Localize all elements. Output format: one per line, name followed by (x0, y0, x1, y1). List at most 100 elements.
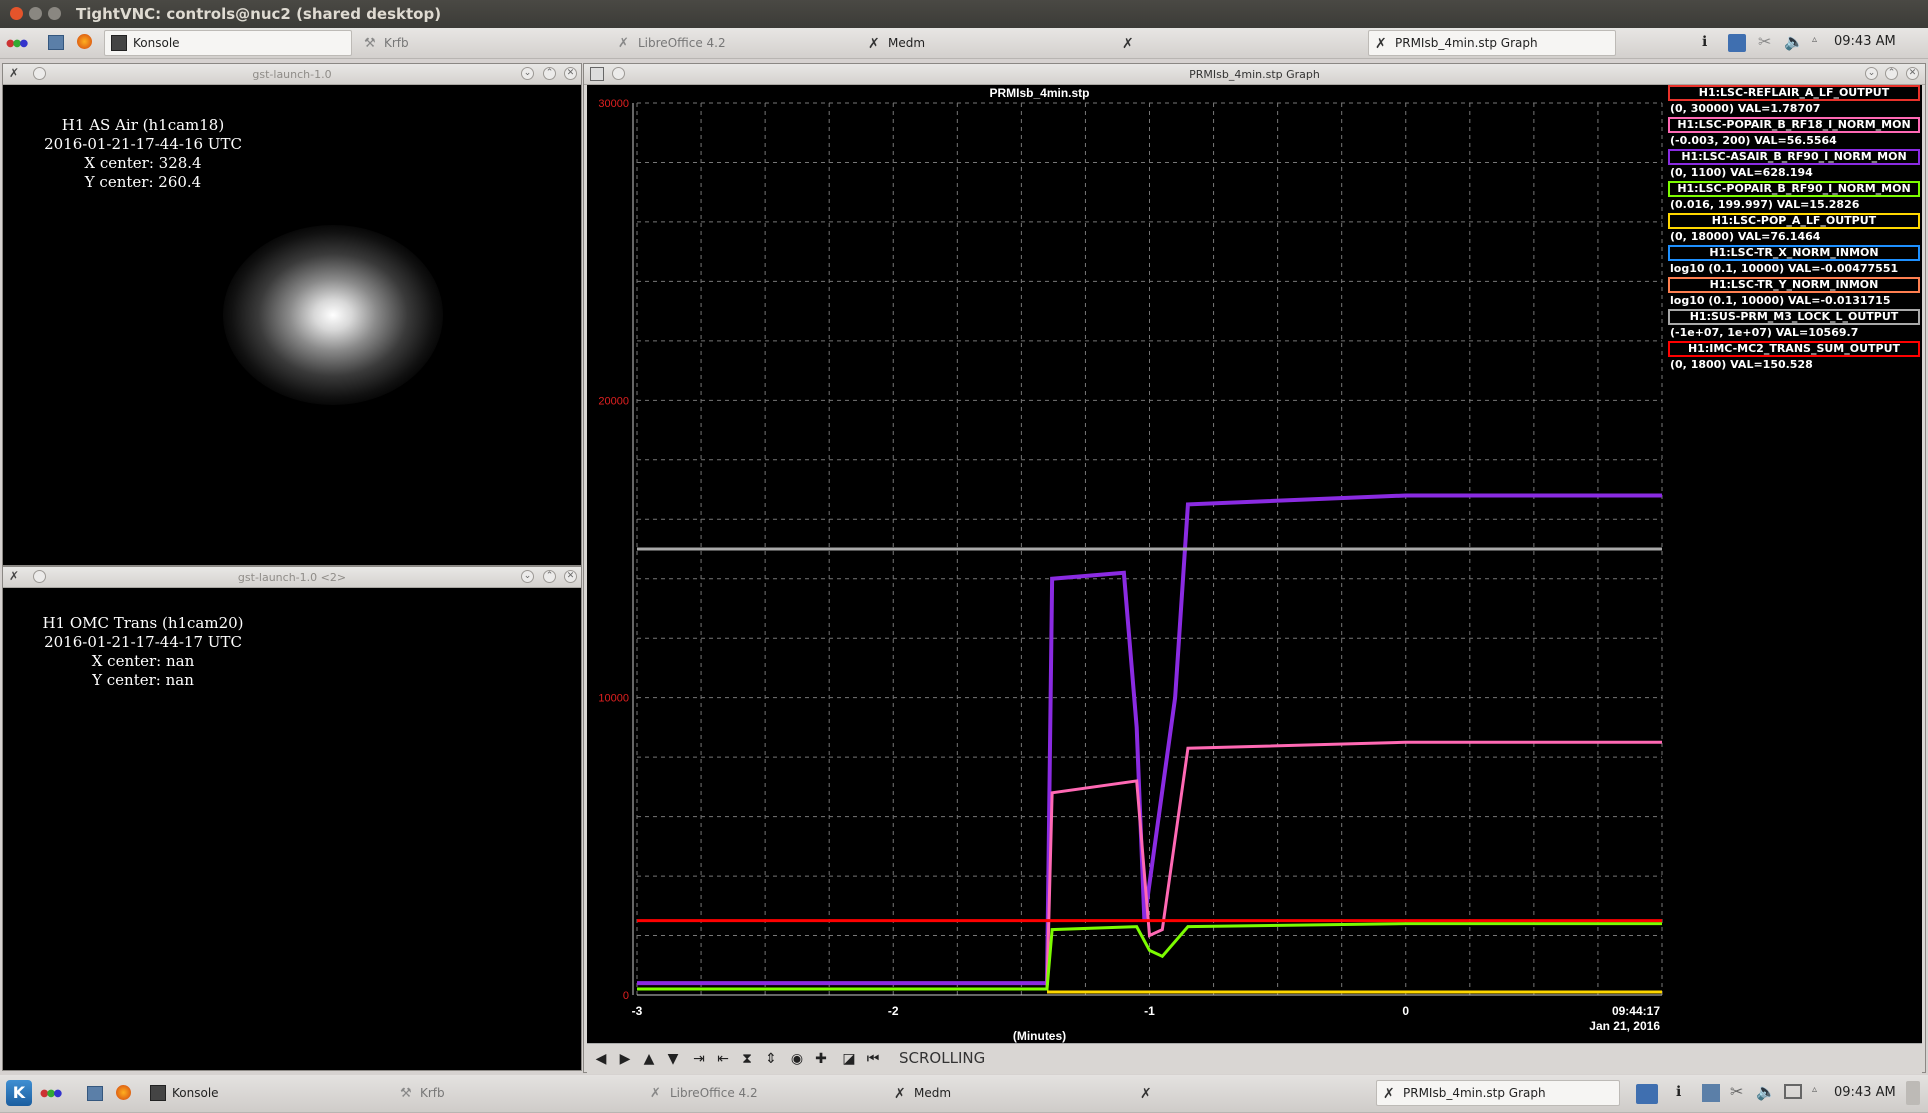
chart-title: PRMIsb_4min.stp (989, 86, 1089, 100)
task-libreoffice[interactable]: ✗ LibreOffice 4.2 (612, 30, 862, 56)
task-krfb-bottom[interactable]: ⚒ Krfb (394, 1080, 640, 1106)
zoom-in-y-icon[interactable]: ⧗ (737, 1049, 757, 1069)
task-krfb[interactable]: ⚒ Krfb (358, 30, 608, 56)
close-icon[interactable]: ✕ (564, 570, 577, 583)
legend-item[interactable]: H1:LSC-POPAIR_B_RF90_I_NORM_MON (0.016, 1… (1668, 181, 1920, 213)
scroll-left-icon[interactable]: ◀ (591, 1049, 611, 1069)
autoscale-icon[interactable]: ◪ (839, 1049, 859, 1069)
zoom-out-x-icon[interactable]: ⇤ (713, 1049, 733, 1069)
graph-window-title: PRMIsb_4min.stp Graph (1189, 68, 1320, 81)
legend-channel-range: (-0.003, 200) VAL=56.5564 (1670, 134, 1837, 147)
legend-item[interactable]: H1:LSC-ASAIR_B_RF90_I_NORM_MON (0, 1100) … (1668, 149, 1920, 181)
scrolling-status: SCROLLING (899, 1049, 986, 1067)
minimize-icon[interactable] (29, 7, 42, 20)
legend-item[interactable]: H1:LSC-TR_X_NORM_INMON log10 (0.1, 10000)… (1668, 245, 1920, 277)
close-icon[interactable]: ✕ (564, 67, 577, 80)
minimize-icon[interactable]: ⌄ (1865, 67, 1878, 80)
desktop-toggle-icon[interactable] (1906, 1081, 1920, 1105)
legend-channel-name[interactable]: H1:LSC-TR_X_NORM_INMON (1668, 245, 1920, 261)
camera-2-y-center: Y center: nan (92, 671, 194, 689)
maximize-icon[interactable]: ⌃ (543, 570, 556, 583)
tray-expand-icon[interactable]: ▵ (1812, 1084, 1830, 1102)
konsole-icon (111, 35, 127, 51)
maximize-icon[interactable]: ⌃ (543, 67, 556, 80)
legend-channel-name[interactable]: H1:LSC-POPAIR_B_RF90_I_NORM_MON (1668, 181, 1920, 197)
minimize-icon[interactable]: ⌄ (521, 570, 534, 583)
scroll-right-icon[interactable]: ▶ (615, 1049, 635, 1069)
legend-item[interactable]: H1:LSC-TR_Y_NORM_INMON log10 (0.1, 10000)… (1668, 277, 1920, 309)
legend-channel-name[interactable]: H1:LSC-REFLAIR_A_LF_OUTPUT (1668, 85, 1920, 101)
task-konsole-bottom[interactable]: Konsole (144, 1080, 390, 1106)
x-tick-label: -3 (632, 1004, 643, 1018)
tools-icon[interactable]: ✂ (1730, 1082, 1748, 1101)
date-label: Jan 21, 2016 (1589, 1019, 1660, 1033)
y-tick-label: 0 (623, 990, 629, 1002)
task-konsole[interactable]: Konsole (104, 30, 352, 56)
camera-window-2: ✗ gst-launch-1.0 <2> ⌄ ⌃ ✕ H1 OMC Trans … (2, 566, 582, 1071)
kde-launcher-icon[interactable]: K (6, 1080, 32, 1106)
camera-2-name: H1 OMC Trans (h1cam20) (42, 614, 244, 632)
graph-window-titlebar: PRMIsb_4min.stp Graph ⌄ ⌃ ✕ (584, 64, 1925, 85)
maximize-icon[interactable] (48, 7, 61, 20)
volume-icon[interactable]: 🔈 (1756, 1082, 1776, 1101)
legend-item[interactable]: H1:LSC-REFLAIR_A_LF_OUTPUT (0, 30000) VAL… (1668, 85, 1920, 117)
monitor-icon[interactable] (1784, 1084, 1802, 1099)
legend-channel-range: (0.016, 199.997) VAL=15.2826 (1670, 198, 1860, 211)
network-icon[interactable] (1636, 1084, 1658, 1104)
task-x-app-bottom[interactable]: ✗ (1134, 1080, 1380, 1106)
task-medm-bottom[interactable]: ✗ Medm (888, 1080, 1134, 1106)
legend-item[interactable]: H1:LSC-POP_A_LF_OUTPUT (0, 18000) VAL=76.… (1668, 213, 1920, 245)
firefox-icon[interactable] (77, 34, 92, 49)
stripchart[interactable]: 0 10000 20000 30000 -3 -2 -1 0 PRMIsb_4min.stp 09… (587, 85, 1664, 1043)
minimize-icon[interactable]: ⌄ (521, 67, 534, 80)
legend-channel-name[interactable]: H1:LSC-TR_Y_NORM_INMON (1668, 277, 1920, 293)
konsole-icon (150, 1085, 166, 1101)
legend-item[interactable]: H1:LSC-POPAIR_B_RF18_I_NORM_MON (-0.003, … (1668, 117, 1920, 149)
top-clock[interactable]: 09:43 AM (1834, 34, 1896, 49)
activities-dots-icon[interactable]: ●●● (40, 1088, 62, 1099)
task-graph-bottom[interactable]: ✗ PRMIsb_4min.stp Graph (1376, 1080, 1620, 1106)
pause-icon[interactable]: ⏮ (863, 1049, 883, 1069)
camera-window-1: ✗ gst-launch-1.0 ⌄ ⌃ ✕ H1 AS Air (h1cam1… (2, 63, 582, 566)
zoom-out-y-icon[interactable]: ⇕ (761, 1049, 781, 1069)
close-icon[interactable] (10, 7, 23, 20)
maximize-icon[interactable]: ⌃ (1885, 67, 1898, 80)
desktop-icon[interactable] (48, 35, 64, 50)
legend-channel-name[interactable]: H1:SUS-PRM_M3_LOCK_L_OUTPUT (1668, 309, 1920, 325)
volume-icon[interactable]: 🔈 (1784, 32, 1804, 51)
task-x-app[interactable]: ✗ (1116, 30, 1366, 56)
tools-icon[interactable]: ✂ (1758, 32, 1776, 51)
chart-area[interactable]: 0 10000 20000 30000 -3 -2 -1 0 PRMIsb_4min.stp 09… (587, 85, 1664, 1043)
display-icon[interactable] (1702, 1084, 1720, 1102)
bottom-clock[interactable]: 09:43 AM (1834, 1085, 1896, 1100)
camera-2-x-center: X center: nan (91, 652, 195, 670)
legend-channel-range: (0, 18000) VAL=76.1464 (1670, 230, 1821, 243)
desktop-icon[interactable] (87, 1086, 103, 1101)
klipper-icon[interactable]: ℹ (1676, 1084, 1694, 1102)
add-icon[interactable]: ✚ (811, 1049, 831, 1069)
legend-channel-name[interactable]: H1:IMC-MC2_TRANS_SUM_OUTPUT (1668, 341, 1920, 357)
task-graph[interactable]: ✗ PRMIsb_4min.stp Graph (1368, 30, 1616, 56)
legend-item[interactable]: H1:SUS-PRM_M3_LOCK_L_OUTPUT (-1e+07, 1e+0… (1668, 309, 1920, 341)
scroll-down-icon[interactable]: ▼ (663, 1049, 683, 1069)
camera-1-overlay: H1 AS Air (h1cam18) 2016-01-21-17-44-16 … (23, 116, 263, 192)
time-label: 09:44:17 (1612, 1004, 1660, 1018)
firefox-icon[interactable] (116, 1085, 131, 1100)
task-libreoffice-bottom[interactable]: ✗ LibreOffice 4.2 (644, 1080, 890, 1106)
task-medm[interactable]: ✗ Medm (862, 30, 1112, 56)
laser-spot (223, 225, 443, 405)
reset-icon[interactable]: ◉ (787, 1049, 807, 1069)
network-icon[interactable] (1728, 34, 1746, 52)
app-menu-dots-icon[interactable]: ●●● (6, 38, 28, 49)
legend-channel-name[interactable]: H1:LSC-POPAIR_B_RF18_I_NORM_MON (1668, 117, 1920, 133)
legend-channel-range: log10 (0.1, 10000) VAL=-0.00477551 (1670, 262, 1899, 275)
zoom-in-x-icon[interactable]: ⇥ (689, 1049, 709, 1069)
legend-channel-name[interactable]: H1:LSC-ASAIR_B_RF90_I_NORM_MON (1668, 149, 1920, 165)
klipper-icon[interactable]: ℹ (1702, 34, 1720, 52)
tray-expand-icon[interactable]: ▵ (1812, 34, 1830, 52)
legend-item[interactable]: H1:IMC-MC2_TRANS_SUM_OUTPUT (0, 1800) VAL… (1668, 341, 1920, 373)
krfb-icon: ⚒ (364, 36, 376, 51)
scroll-up-icon[interactable]: ▲ (639, 1049, 659, 1069)
close-icon[interactable]: ✕ (1906, 67, 1919, 80)
legend-channel-name[interactable]: H1:LSC-POP_A_LF_OUTPUT (1668, 213, 1920, 229)
